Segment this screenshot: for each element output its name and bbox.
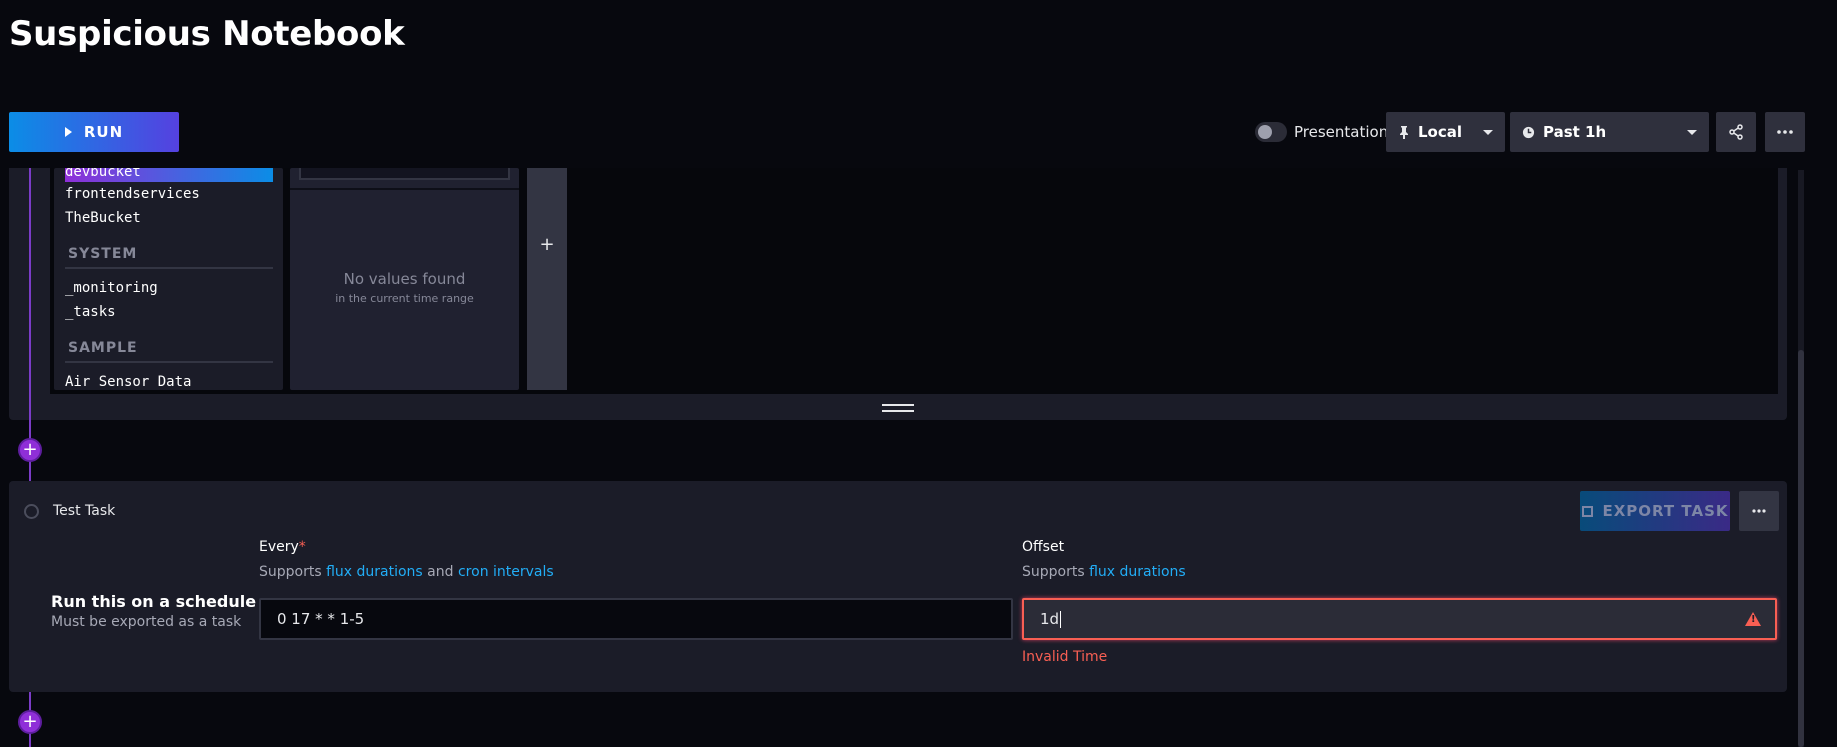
page-title: Suspicious Notebook	[9, 14, 405, 54]
divider	[290, 188, 519, 190]
every-label: Every*	[259, 539, 306, 555]
scrollbar-thumb[interactable]	[1798, 350, 1804, 747]
export-task-button[interactable]: EXPORT TASK	[1580, 491, 1730, 531]
schedule-title: Run this on a schedule	[51, 592, 257, 611]
export-task-label: EXPORT TASK	[1602, 502, 1729, 520]
offset-help: Supports flux durations	[1022, 564, 1186, 580]
plus-icon: +	[22, 711, 38, 732]
more-options-button[interactable]	[1765, 112, 1805, 152]
every-input[interactable]: 0 17 * * 1-5	[259, 598, 1013, 640]
plus-icon: +	[539, 234, 555, 255]
time-range-dropdown[interactable]: Past 1h	[1510, 112, 1709, 152]
bucket-item-monitoring[interactable]: _monitoring	[65, 280, 158, 296]
bucket-item-air-sensor-data[interactable]: Air Sensor Data	[65, 374, 191, 390]
external-link-icon	[1581, 505, 1593, 517]
run-button[interactable]: RUN	[9, 112, 179, 152]
more-horizontal-icon	[1752, 509, 1766, 513]
flux-durations-link[interactable]: flux durations	[1089, 564, 1186, 580]
more-horizontal-icon	[1777, 130, 1793, 134]
schedule-subtitle: Must be exported as a task	[51, 614, 242, 630]
divider	[65, 267, 273, 269]
panel-node-icon	[24, 504, 39, 519]
bucket-item-thebucket[interactable]: TheBucket	[65, 210, 141, 226]
bucket-selector: devbucket frontendservices TheBucket SYS…	[54, 168, 283, 390]
play-icon	[64, 127, 72, 137]
offset-error-message: Invalid Time	[1022, 649, 1108, 665]
task-panel-title[interactable]: Test Task	[53, 503, 115, 519]
clock-icon	[1522, 126, 1535, 138]
timezone-dropdown[interactable]: Local	[1386, 112, 1505, 152]
pin-icon	[1400, 126, 1408, 139]
presentation-toggle[interactable]	[1255, 122, 1287, 142]
share-button[interactable]	[1716, 112, 1756, 152]
offset-input[interactable]: 1d	[1022, 598, 1777, 640]
chevron-down-icon	[1687, 129, 1697, 135]
bucket-heading-sample: SAMPLE	[68, 340, 138, 356]
task-panel	[9, 481, 1787, 692]
run-button-label: RUN	[83, 123, 124, 141]
bucket-heading-system: SYSTEM	[68, 246, 138, 262]
bucket-item-devbucket[interactable]: devbucket	[65, 168, 141, 180]
offset-input-value: 1d	[1040, 610, 1060, 628]
share-icon	[1729, 124, 1743, 140]
empty-subtitle: in the current time range	[335, 292, 474, 305]
every-input-value: 0 17 * * 1-5	[277, 610, 365, 628]
flux-durations-link[interactable]: flux durations	[326, 564, 423, 580]
bucket-item-tasks[interactable]: _tasks	[65, 304, 116, 320]
offset-label: Offset	[1022, 539, 1065, 555]
values-selector: No values found in the current time rang…	[290, 168, 519, 390]
chevron-down-icon	[1483, 129, 1493, 135]
presentation-label: Presentation	[1294, 123, 1389, 141]
add-panel-button[interactable]: +	[18, 438, 42, 462]
plus-icon: +	[22, 439, 38, 460]
values-search-input[interactable]	[299, 168, 510, 180]
bucket-item-frontendservices[interactable]: frontendservices	[65, 186, 200, 202]
add-filter-button[interactable]: +	[527, 168, 567, 390]
time-range-label: Past 1h	[1543, 123, 1607, 141]
task-more-button[interactable]	[1739, 491, 1779, 531]
every-help: Supports flux durations and cron interva…	[259, 564, 554, 580]
divider	[65, 361, 273, 363]
warning-icon	[1745, 612, 1761, 626]
required-mark: *	[298, 539, 306, 555]
cron-intervals-link[interactable]: cron intervals	[458, 564, 554, 580]
resize-handle[interactable]	[882, 404, 914, 412]
add-panel-button[interactable]: +	[18, 710, 42, 734]
timezone-label: Local	[1418, 123, 1463, 141]
empty-title: No values found	[343, 270, 466, 288]
